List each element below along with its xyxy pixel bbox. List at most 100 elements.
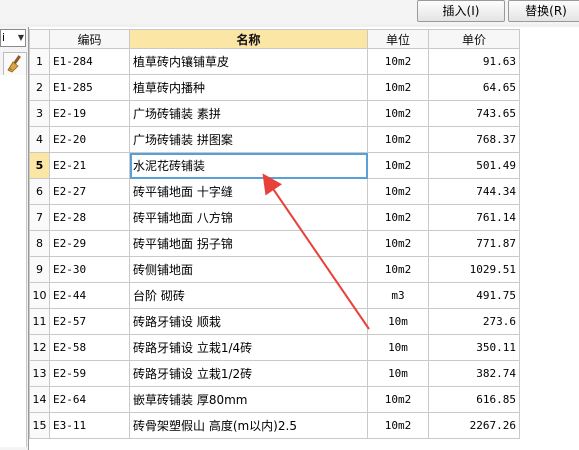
row-name[interactable]: 植草砖内播种 — [129, 74, 368, 101]
row-code[interactable]: E2-21 — [49, 152, 130, 179]
row-number[interactable]: 2 — [29, 74, 50, 101]
row-price[interactable]: 273.6 — [428, 308, 520, 335]
row-unit[interactable]: 10m2 — [367, 256, 429, 283]
row-code[interactable]: E2-44 — [49, 282, 130, 309]
table-row[interactable]: 10 E2-44 台阶 砌砖 m3 491.75 — [29, 282, 520, 309]
row-price[interactable]: 350.11 — [428, 334, 520, 361]
row-code[interactable]: E2-59 — [49, 360, 130, 387]
row-number[interactable]: 13 — [29, 360, 50, 387]
table-row[interactable]: 6 E2-27 砖平铺地面 十字缝 10m2 744.34 — [29, 178, 520, 205]
row-number[interactable]: 14 — [29, 386, 50, 413]
row-code[interactable]: E2-29 — [49, 230, 130, 257]
row-unit[interactable]: 10m2 — [367, 386, 429, 413]
row-price[interactable]: 743.65 — [428, 100, 520, 127]
row-price[interactable]: 1029.51 — [428, 256, 520, 283]
row-code[interactable]: E2-28 — [49, 204, 130, 231]
row-price[interactable]: 744.34 — [428, 178, 520, 205]
row-unit[interactable]: 10m2 — [367, 230, 429, 257]
row-price[interactable]: 501.49 — [428, 152, 520, 179]
row-number[interactable]: 10 — [29, 282, 50, 309]
header-price[interactable]: 单价 — [428, 29, 520, 49]
row-unit[interactable]: 10m — [367, 360, 429, 387]
row-price[interactable]: 64.65 — [428, 74, 520, 101]
row-unit[interactable]: 10m2 — [367, 48, 429, 75]
table-row[interactable]: 5 E2-21 水泥花砖铺装 10m2 501.49 — [29, 152, 520, 179]
row-unit[interactable]: 10m2 — [367, 412, 429, 439]
row-number[interactable]: 1 — [29, 48, 50, 75]
row-unit[interactable]: 10m2 — [367, 178, 429, 205]
row-code[interactable]: E3-11 — [49, 412, 130, 439]
filter-combo[interactable]: i ▼ — [0, 29, 26, 47]
row-number[interactable]: 12 — [29, 334, 50, 361]
row-name[interactable]: 砖路牙铺设 立栽1/4砖 — [129, 334, 368, 361]
row-name[interactable]: 砖平铺地面 拐子锦 — [129, 230, 368, 257]
row-number[interactable]: 4 — [29, 126, 50, 153]
row-code[interactable]: E2-58 — [49, 334, 130, 361]
chevron-down-icon[interactable]: ▼ — [18, 30, 24, 46]
row-code[interactable]: E1-284 — [49, 48, 130, 75]
brush-icon[interactable] — [3, 52, 27, 76]
row-price[interactable]: 771.87 — [428, 230, 520, 257]
row-price[interactable]: 616.85 — [428, 386, 520, 413]
row-name[interactable]: 砖平铺地面 八方锦 — [129, 204, 368, 231]
table-row[interactable]: 11 E2-57 砖路牙铺设 顺栽 10m 273.6 — [29, 308, 520, 335]
row-price[interactable]: 761.14 — [428, 204, 520, 231]
row-name[interactable]: 植草砖内镶铺草皮 — [129, 48, 368, 75]
header-code[interactable]: 编码 — [49, 29, 130, 49]
row-price[interactable]: 2267.26 — [428, 412, 520, 439]
row-unit[interactable]: 10m — [367, 334, 429, 361]
row-name[interactable]: 砖骨架塑假山 高度(m以内)2.5 — [129, 412, 368, 439]
table-row[interactable]: 2 E1-285 植草砖内播种 10m2 64.65 — [29, 74, 520, 101]
row-number[interactable]: 9 — [29, 256, 50, 283]
row-price[interactable]: 768.37 — [428, 126, 520, 153]
header-name[interactable]: 名称 — [129, 29, 368, 49]
row-price[interactable]: 91.63 — [428, 48, 520, 75]
row-code[interactable]: E2-19 — [49, 100, 130, 127]
row-unit[interactable]: 10m2 — [367, 126, 429, 153]
row-unit[interactable]: 10m2 — [367, 204, 429, 231]
row-unit[interactable]: m3 — [367, 282, 429, 309]
row-name[interactable]: 砖路牙铺设 立栽1/2砖 — [129, 360, 368, 387]
row-unit[interactable]: 10m2 — [367, 100, 429, 127]
row-name[interactable]: 水泥花砖铺装 — [129, 152, 368, 179]
table-row[interactable]: 7 E2-28 砖平铺地面 八方锦 10m2 761.14 — [29, 204, 520, 231]
row-code[interactable]: E2-27 — [49, 178, 130, 205]
row-number[interactable]: 11 — [29, 308, 50, 335]
row-name[interactable]: 广场砖铺装 素拼 — [129, 100, 368, 127]
row-code[interactable]: E2-57 — [49, 308, 130, 335]
row-price[interactable]: 491.75 — [428, 282, 520, 309]
row-code[interactable]: E2-30 — [49, 256, 130, 283]
table-row[interactable]: 9 E2-30 砖侧铺地面 10m2 1029.51 — [29, 256, 520, 283]
table-row[interactable]: 13 E2-59 砖路牙铺设 立栽1/2砖 10m 382.74 — [29, 360, 520, 387]
row-code[interactable]: E2-20 — [49, 126, 130, 153]
table-row[interactable]: 8 E2-29 砖平铺地面 拐子锦 10m2 771.87 — [29, 230, 520, 257]
row-name[interactable]: 砖平铺地面 十字缝 — [129, 178, 368, 205]
table-row[interactable]: 1 E1-284 植草砖内镶铺草皮 10m2 91.63 — [29, 48, 520, 75]
row-name[interactable]: 砖侧铺地面 — [129, 256, 368, 283]
header-rownum — [29, 29, 50, 49]
row-number[interactable]: 5 — [29, 152, 50, 179]
row-code[interactable]: E2-64 — [49, 386, 130, 413]
row-number[interactable]: 3 — [29, 100, 50, 127]
row-name[interactable]: 广场砖铺装 拼图案 — [129, 126, 368, 153]
table-row[interactable]: 15 E3-11 砖骨架塑假山 高度(m以内)2.5 10m2 2267.26 — [29, 412, 520, 439]
row-name[interactable]: 砖路牙铺设 顺栽 — [129, 308, 368, 335]
row-number[interactable]: 8 — [29, 230, 50, 257]
table-row[interactable]: 14 E2-64 嵌草砖铺装 厚80mm 10m2 616.85 — [29, 386, 520, 413]
table-row[interactable]: 3 E2-19 广场砖铺装 素拼 10m2 743.65 — [29, 100, 520, 127]
row-price[interactable]: 382.74 — [428, 360, 520, 387]
row-number[interactable]: 7 — [29, 204, 50, 231]
row-name[interactable]: 嵌草砖铺装 厚80mm — [129, 386, 368, 413]
row-number[interactable]: 6 — [29, 178, 50, 205]
replace-button[interactable]: 替换(R) — [508, 0, 579, 22]
table-row[interactable]: 12 E2-58 砖路牙铺设 立栽1/4砖 10m 350.11 — [29, 334, 520, 361]
row-unit[interactable]: 10m — [367, 308, 429, 335]
row-number[interactable]: 15 — [29, 412, 50, 439]
insert-button[interactable]: 插入(I) — [417, 0, 505, 22]
row-code[interactable]: E1-285 — [49, 74, 130, 101]
row-name[interactable]: 台阶 砌砖 — [129, 282, 368, 309]
header-unit[interactable]: 单位 — [367, 29, 429, 49]
row-unit[interactable]: 10m2 — [367, 74, 429, 101]
table-row[interactable]: 4 E2-20 广场砖铺装 拼图案 10m2 768.37 — [29, 126, 520, 153]
row-unit[interactable]: 10m2 — [367, 152, 429, 179]
